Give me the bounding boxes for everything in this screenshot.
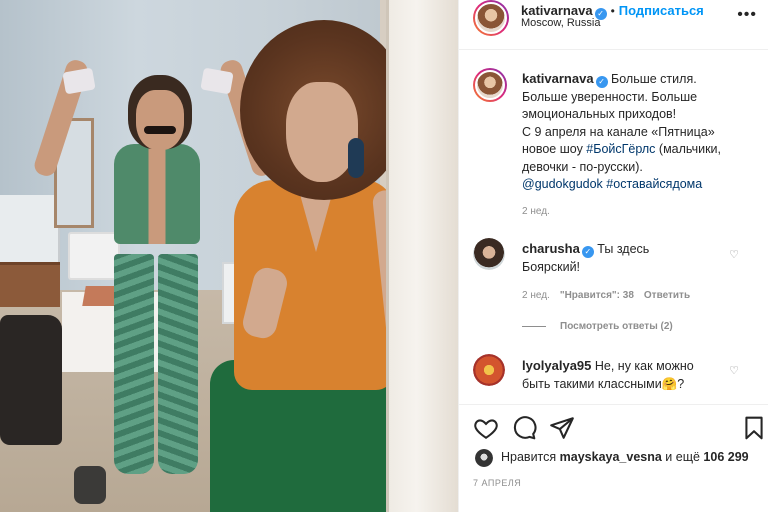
caption-line: (мальчики, [655,142,722,156]
small-heart-icon[interactable]: ♡ [728,365,740,377]
caption-line: эмоциональных приходов! [522,107,677,121]
bookmark-icon[interactable] [741,415,767,441]
post-caption: kativarnava ✓ Больше стиля. Больше уверен… [522,70,754,194]
more-horizontal-icon[interactable]: ••• [737,6,757,24]
liker-avatar[interactable] [475,449,493,467]
caption-line: новое шоу [522,142,587,156]
likes-prefix: Нравится [501,450,560,464]
comment-username[interactable]: lyolyalya95 [522,358,591,373]
view-replies-button[interactable]: Посмотреть ответы (2) [522,321,673,332]
share-icon[interactable] [549,415,575,441]
caption-username[interactable]: kativarnava [522,71,594,86]
post-sidebar: kativarnava ✓ • Подписаться Moscow, Russia … [458,0,768,512]
comment-username[interactable]: charusha [522,241,580,256]
verified-badge-icon: ✓ [581,246,594,258]
likes-middle: и ещё [661,450,704,464]
comment-likes[interactable]: "Нравится": 38 [560,290,634,301]
hashtag-link[interactable]: #оставайсядома [606,177,702,191]
mention-link[interactable]: @gudokgudok [522,177,603,191]
caption-line: С 9 апреля на канале «Пятница» [522,124,715,139]
caption-line: Больше уверенности. Больше [522,89,698,104]
heart-icon[interactable] [473,415,499,441]
small-heart-icon[interactable]: ♡ [728,249,740,261]
separator-dot: • [610,4,615,18]
action-bar [459,404,768,450]
replies-line [522,325,546,327]
author-username[interactable]: kativarnava [521,3,593,18]
photo-door-frame [386,0,458,512]
liker-username[interactable]: mayskaya_vesna [560,450,662,464]
likes-count[interactable]: 106 299 [703,450,748,464]
follow-button[interactable]: Подписаться [619,3,704,18]
comment-text: Боярский! [522,260,581,274]
comment-icon[interactable] [511,415,537,441]
comment-text: Ты здесь [597,242,650,256]
verified-badge-icon: ✓ [595,76,608,88]
caption-line: девочки - по-русски). [522,159,643,174]
comment: lyolyalya95 Не, ну как можно быть такими… [522,357,742,393]
caption-time[interactable]: 2 нед. [522,206,550,217]
author-avatar[interactable] [473,0,509,36]
caption-avatar[interactable] [473,68,507,102]
reply-button[interactable]: Ответить [644,290,690,301]
comment-time[interactable]: 2 нед. [522,290,550,301]
comment-avatar[interactable] [473,354,505,386]
comment-meta: 2 нед. "Нравится": 38 Ответить [522,290,700,301]
comment: charusha ✓ Ты здесь Боярский! [522,240,742,276]
view-replies-label: Посмотреть ответы (2) [560,321,673,332]
post-location[interactable]: Moscow, Russia [521,17,600,29]
post-header: kativarnava ✓ • Подписаться Moscow, Russia … [459,0,768,50]
caption-line: Больше стиля. [611,72,697,86]
post-date[interactable]: 7 АПРЕЛЯ [473,478,521,488]
post-photo[interactable] [0,0,458,512]
comment-text: быть такими классными🤗? [522,377,685,391]
likes-summary: Нравится mayskaya_vesna и ещё 106 299 [501,450,749,464]
comment-text: Не, ну как можно [594,359,694,373]
comment-avatar[interactable] [473,238,505,270]
hashtag-link[interactable]: #БойсГёрлс [586,142,655,156]
